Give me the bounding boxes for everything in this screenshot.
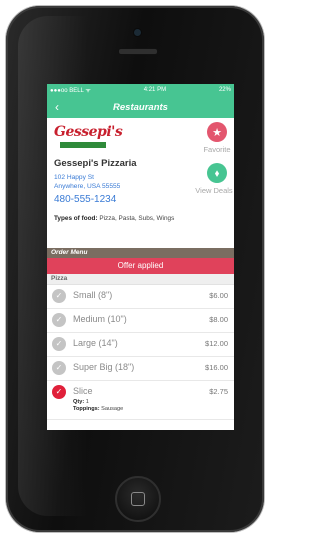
logo-banner (60, 142, 106, 148)
category-header: Pizza (47, 274, 234, 285)
home-square-icon (131, 492, 145, 506)
menu-item-toppings: Toppings: Sausage (73, 406, 123, 412)
food-types-label: Types of food: (54, 215, 98, 222)
home-button[interactable] (115, 476, 161, 522)
toppings-value: Sausage (99, 406, 124, 412)
status-bar: ●●●oo BELL ᯤ 4:21 PM 22% (47, 84, 234, 96)
check-icon[interactable]: ✓ (52, 385, 66, 399)
check-icon[interactable]: ✓ (52, 313, 66, 327)
menu-item-name: Medium (10") (73, 314, 127, 324)
carrier-signal: ●●●oo BELL ᯤ (50, 88, 91, 94)
food-types-value: Pizza, Pasta, Subs, Wings (97, 215, 175, 222)
menu-item-slice[interactable]: ✓ Slice $2.75 Qty: 1 Toppings: Sausage (47, 381, 234, 420)
menu-item-price: $6.00 (209, 291, 228, 300)
logo-text: Gessepi's (54, 124, 123, 140)
status-time: 4:21 PM (143, 87, 167, 93)
star-icon: ★ (212, 126, 222, 139)
toppings-label: Toppings: (73, 406, 100, 412)
restaurant-logo: Gessepi's (54, 124, 123, 150)
nav-title: Restaurants (113, 101, 168, 113)
menu-item-price: $2.75 (209, 387, 228, 396)
qty-label: Qty: (73, 399, 85, 405)
back-chevron-icon[interactable]: ‹ (55, 100, 59, 114)
favorite-button[interactable]: ★ (207, 122, 227, 142)
front-camera (133, 28, 142, 37)
menu-item-name: Slice (73, 386, 93, 396)
battery-level: 22% (218, 87, 231, 93)
menu-item-price: $16.00 (205, 363, 228, 372)
tag-icon: ⬧ (214, 167, 220, 178)
check-icon[interactable]: ✓ (52, 337, 66, 351)
menu-item-large[interactable]: ✓ Large (14") $12.00 (47, 333, 234, 357)
app-screen: ●●●oo BELL ᯤ 4:21 PM 22% ‹ Restaurants G… (47, 84, 234, 430)
order-menu-header: Order Menu (47, 248, 234, 258)
menu-item-name: Small (8") (73, 290, 113, 300)
food-types: Types of food: Pizza, Pasta, Subs, Wings (54, 215, 174, 222)
qty-value: 1 (84, 399, 89, 405)
restaurant-info: Gessepi's Gessepi's Pizzaria 102 Happy S… (47, 118, 234, 248)
menu-item-price: $12.00 (205, 339, 228, 348)
address-line-2[interactable]: Anywhere, USA 55555 (54, 183, 120, 192)
menu-item-super-big[interactable]: ✓ Super Big (18") $16.00 (47, 357, 234, 381)
menu-item-qty: Qty: 1 (73, 399, 89, 405)
view-deals-label[interactable]: View Deals (188, 186, 234, 195)
check-icon[interactable]: ✓ (52, 289, 66, 303)
menu-item-small[interactable]: ✓ Small (8") $6.00 (47, 285, 234, 309)
favorite-label[interactable]: Favorite (195, 145, 234, 154)
nav-bar: ‹ Restaurants (47, 96, 234, 118)
menu-item-name: Large (14") (73, 338, 118, 348)
earpiece-speaker (118, 48, 158, 55)
restaurant-address[interactable]: 102 Happy St Anywhere, USA 55555 (54, 174, 120, 191)
phone-number-link[interactable]: 480-555-1234 (54, 194, 116, 205)
check-icon[interactable]: ✓ (52, 361, 66, 375)
address-line-1[interactable]: 102 Happy St (54, 174, 120, 183)
offer-applied-banner[interactable]: Offer applied (47, 258, 234, 274)
menu-item-medium[interactable]: ✓ Medium (10") $8.00 (47, 309, 234, 333)
restaurant-name: Gessepi's Pizzaria (54, 158, 137, 169)
menu-item-name: Super Big (18") (73, 362, 135, 372)
menu-item-price: $8.00 (209, 315, 228, 324)
view-deals-button[interactable]: ⬧ (207, 163, 227, 183)
